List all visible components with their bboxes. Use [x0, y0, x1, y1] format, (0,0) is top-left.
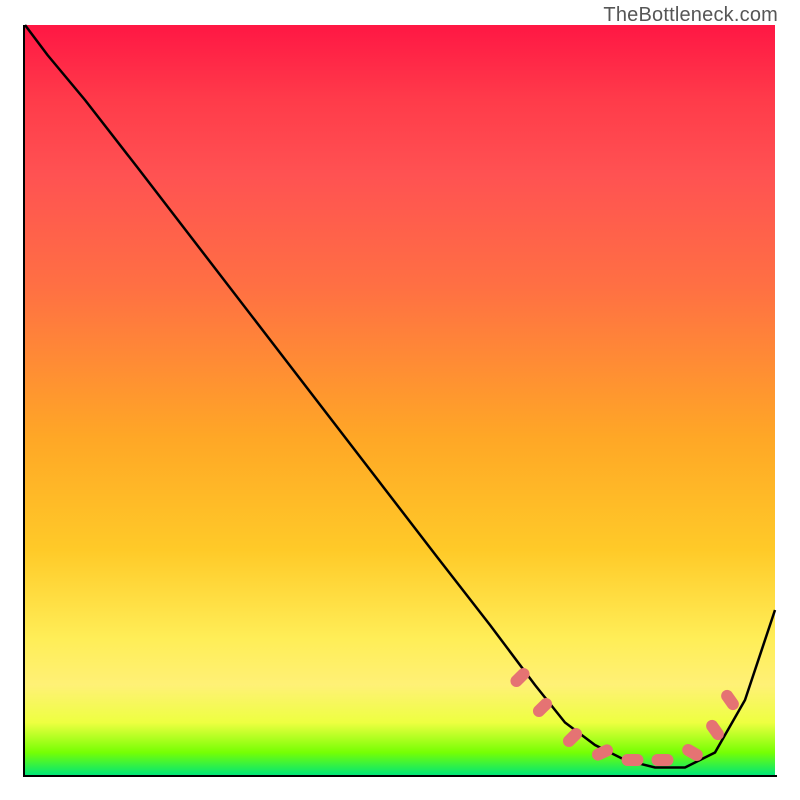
marker-dash: [719, 688, 741, 713]
marker-dash: [622, 754, 644, 766]
optimal-zone-markers: [508, 665, 741, 766]
chart-svg: [25, 25, 775, 775]
bottleneck-curve-line: [25, 25, 775, 768]
marker-dash: [530, 695, 554, 719]
chart-container: TheBottleneck.com: [0, 0, 800, 800]
x-axis: [23, 775, 777, 777]
watermark-text: TheBottleneck.com: [603, 4, 778, 27]
marker-dash: [652, 754, 674, 766]
